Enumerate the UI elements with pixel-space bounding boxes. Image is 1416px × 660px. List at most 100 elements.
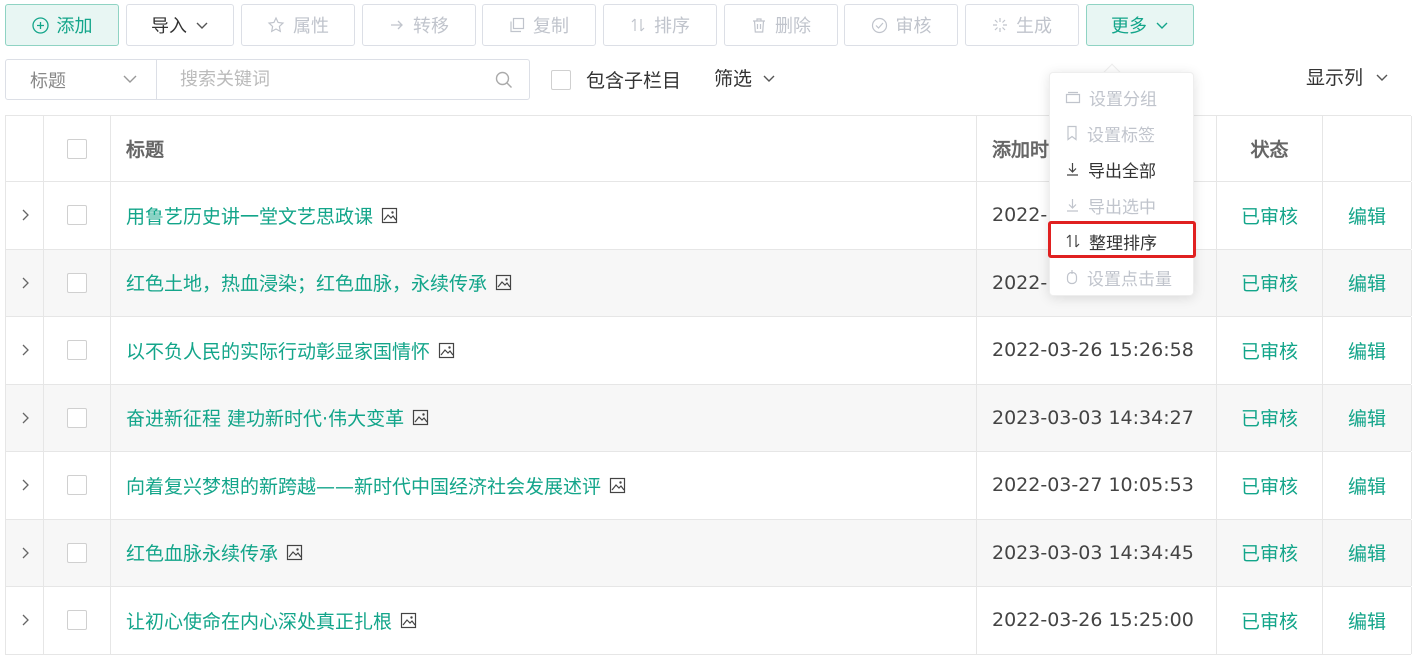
menu-item[interactable]: 设置点击量	[1050, 259, 1195, 295]
row-select-cell	[44, 587, 111, 654]
attribute-button-label: 属性	[293, 16, 329, 37]
attribute-button[interactable]: 属性	[241, 4, 355, 46]
image-icon	[609, 477, 626, 493]
edit-link[interactable]: 编辑	[1323, 384, 1412, 451]
row-select-cell	[44, 182, 111, 249]
check-circle-icon	[871, 17, 887, 33]
title-cell: 奋进新征程 建功新时代·伟大变革	[111, 384, 977, 451]
menu-item[interactable]: 设置分组	[1050, 79, 1195, 115]
copy-icon	[510, 17, 525, 33]
import-button[interactable]: 导入	[126, 4, 234, 46]
table-row: 让初心使命在内心深处真正扎根 2022-03-26 15:25:00 已审核 编辑	[6, 587, 1412, 655]
chevron-right-icon[interactable]	[20, 546, 30, 560]
article-title-link[interactable]: 红色血脉永续传承	[126, 539, 278, 566]
status-cell: 已审核	[1217, 249, 1323, 316]
menu-item[interactable]: 导出全部	[1050, 151, 1195, 187]
star-icon	[267, 16, 285, 33]
table-row: 红色土地，热血浸染；红色血脉，永续传承 2022- 已审核 编辑	[6, 249, 1412, 317]
display-columns-label: 显示列	[1306, 67, 1364, 89]
menu-item[interactable]: 导出选中	[1050, 187, 1195, 223]
table-row: 用鲁艺历史讲一堂文艺思政课 2022- 已审核 编辑	[6, 182, 1412, 250]
more-button[interactable]: 更多	[1086, 4, 1194, 46]
title-column-header: 标题	[111, 116, 977, 181]
edit-link[interactable]: 编辑	[1323, 249, 1412, 316]
time-cell: 2022-03-26 15:26:58	[977, 317, 1217, 384]
row-checkbox[interactable]	[67, 340, 87, 361]
menu-item-label: 设置标签	[1087, 125, 1155, 146]
arrow-right-icon	[391, 20, 403, 30]
row-select-cell	[44, 519, 111, 586]
sort-icon	[631, 18, 645, 32]
select-all-cell	[44, 116, 111, 181]
delete-button[interactable]: 删除	[724, 4, 838, 46]
include-subcolumns-checkbox[interactable]	[551, 69, 571, 90]
edit-link[interactable]: 编辑	[1323, 317, 1412, 384]
search-field-select[interactable]: 标题	[6, 60, 157, 99]
transfer-button[interactable]: 转移	[362, 4, 476, 46]
edit-link[interactable]: 编辑	[1323, 182, 1412, 249]
add-button[interactable]: 添加	[5, 4, 119, 46]
delete-button-label: 删除	[775, 16, 811, 37]
chevron-right-icon[interactable]	[20, 343, 30, 357]
chevron-down-icon	[1376, 74, 1388, 81]
expand-cell	[6, 384, 44, 451]
filter-dropdown[interactable]: 筛选	[714, 64, 776, 91]
row-checkbox[interactable]	[67, 407, 87, 428]
edit-link[interactable]: 编辑	[1323, 452, 1412, 519]
chevron-right-icon[interactable]	[20, 208, 30, 222]
article-title-link[interactable]: 向着复兴梦想的新跨越——新时代中国经济社会发展述评	[126, 472, 601, 499]
edit-link[interactable]: 编辑	[1323, 587, 1412, 654]
table-header-row: 标题 添加时 状态	[6, 116, 1412, 182]
status-cell: 已审核	[1217, 587, 1323, 654]
include-subcolumns[interactable]: 包含子栏目	[551, 66, 681, 93]
review-button[interactable]: 审核	[844, 4, 958, 46]
row-checkbox[interactable]	[67, 610, 87, 631]
select-all-checkbox[interactable]	[67, 138, 87, 159]
include-subcolumns-label: 包含子栏目	[586, 70, 682, 92]
chevron-right-icon[interactable]	[20, 613, 30, 627]
row-checkbox[interactable]	[67, 205, 87, 226]
article-title-link[interactable]: 奋进新征程 建功新时代·伟大变革	[126, 404, 404, 431]
sort-button[interactable]: 排序	[603, 4, 717, 46]
search-input[interactable]	[158, 60, 478, 99]
chevron-down-icon	[763, 75, 775, 82]
menu-item[interactable]: 设置标签	[1050, 115, 1195, 151]
expand-cell	[6, 182, 44, 249]
status-column-header: 状态	[1217, 116, 1323, 181]
menu-item-label: 设置点击量	[1087, 269, 1172, 290]
click-icon	[1065, 269, 1079, 285]
search-icon[interactable]	[495, 71, 513, 89]
time-cell: 2023-03-03 14:34:45	[977, 519, 1217, 586]
edit-link[interactable]: 编辑	[1323, 519, 1412, 586]
image-icon	[381, 207, 398, 223]
article-title-link[interactable]: 红色土地，热血浸染；红色血脉，永续传承	[126, 269, 487, 296]
table-row: 向着复兴梦想的新跨越——新时代中国经济社会发展述评 2022-03-27 10:0…	[6, 452, 1412, 520]
row-checkbox[interactable]	[67, 475, 87, 496]
row-checkbox[interactable]	[67, 542, 87, 563]
generate-button[interactable]: 生成	[965, 4, 1079, 46]
time-cell: 2022-03-26 15:25:00	[977, 587, 1217, 654]
article-title-link[interactable]: 以不负人民的实际行动彰显家国情怀	[126, 337, 430, 364]
menu-item-label: 导出全部	[1088, 161, 1156, 182]
article-title-link[interactable]: 用鲁艺历史讲一堂文艺思政课	[126, 202, 373, 229]
article-title-link[interactable]: 让初心使命在内心深处真正扎根	[126, 607, 392, 634]
chevron-right-icon[interactable]	[20, 276, 30, 290]
image-icon	[438, 342, 455, 358]
copy-button[interactable]: 复制	[482, 4, 596, 46]
table-row: 红色血脉永续传承 2023-03-03 14:34:45 已审核 编辑	[6, 519, 1412, 587]
chevron-right-icon[interactable]	[20, 478, 30, 492]
title-cell: 让初心使命在内心深处真正扎根	[111, 587, 977, 654]
time-cell: 2022-03-27 10:05:53	[977, 452, 1217, 519]
row-checkbox[interactable]	[67, 272, 87, 293]
add-button-label: 添加	[56, 16, 93, 37]
chevron-down-icon	[1156, 22, 1168, 29]
status-cell: 已审核	[1217, 182, 1323, 249]
filter-label: 筛选	[714, 68, 753, 90]
display-columns-dropdown[interactable]: 显示列	[1306, 63, 1389, 90]
table-row: 奋进新征程 建功新时代·伟大变革 2023-03-03 14:34:27 已审核 编辑	[6, 384, 1412, 452]
chevron-right-icon[interactable]	[20, 411, 30, 425]
search-field-value: 标题	[30, 70, 66, 92]
sparkle-icon	[993, 18, 1007, 32]
title-cell: 红色血脉永续传承	[111, 519, 977, 586]
chevron-down-icon	[123, 75, 137, 83]
